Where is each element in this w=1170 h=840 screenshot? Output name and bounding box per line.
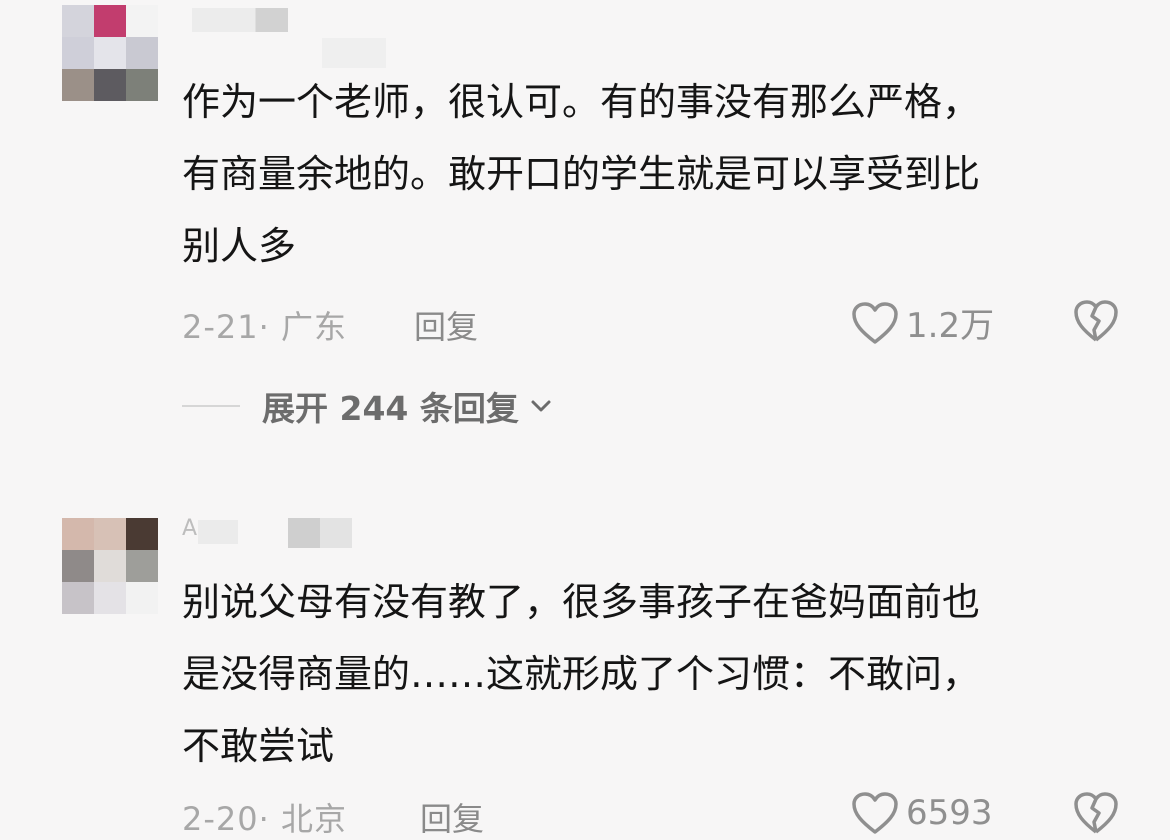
expand-replies-label: 展开 244 条回复 — [262, 389, 519, 428]
comment-meta: 2-20· 北京 — [182, 800, 347, 838]
avatar[interactable] — [62, 5, 158, 101]
broken-heart-icon — [1074, 792, 1118, 834]
chevron-down-icon — [531, 400, 551, 412]
reply-button[interactable]: 回复 — [414, 302, 478, 348]
username-blurred-secondary — [322, 38, 386, 68]
reply-button[interactable]: 回复 — [420, 794, 484, 840]
dislike-button[interactable] — [1072, 298, 1120, 348]
comment-text: 别说父母有没有教了，很多事孩子在爸妈面前也 是没得商量的……这就形成了个习惯：不… — [182, 580, 981, 768]
expand-replies-button[interactable]: 展开 244 条回复 — [182, 382, 553, 430]
username-blurred-secondary — [288, 518, 352, 548]
username-blurred[interactable] — [192, 8, 288, 32]
divider — [182, 405, 240, 407]
like-count: 6593 — [906, 793, 993, 833]
like-count: 1.2万 — [906, 306, 995, 346]
heart-outline-icon — [852, 301, 898, 344]
avatar[interactable] — [62, 518, 158, 614]
comment-meta: 2-21· 广东 — [182, 308, 347, 346]
broken-heart-icon — [1074, 300, 1118, 342]
comment-text: 作为一个老师，很认可。有的事没有那么严格， 有商量余地的。敢开口的学生就是可以享… — [182, 80, 981, 268]
dislike-button[interactable] — [1072, 790, 1120, 840]
like-button[interactable]: 6593 — [850, 790, 993, 836]
username-blurred[interactable] — [198, 520, 238, 544]
like-button[interactable]: 1.2万 — [850, 298, 994, 347]
username-partial[interactable]: A — [182, 516, 197, 541]
heart-outline-icon — [852, 792, 898, 834]
